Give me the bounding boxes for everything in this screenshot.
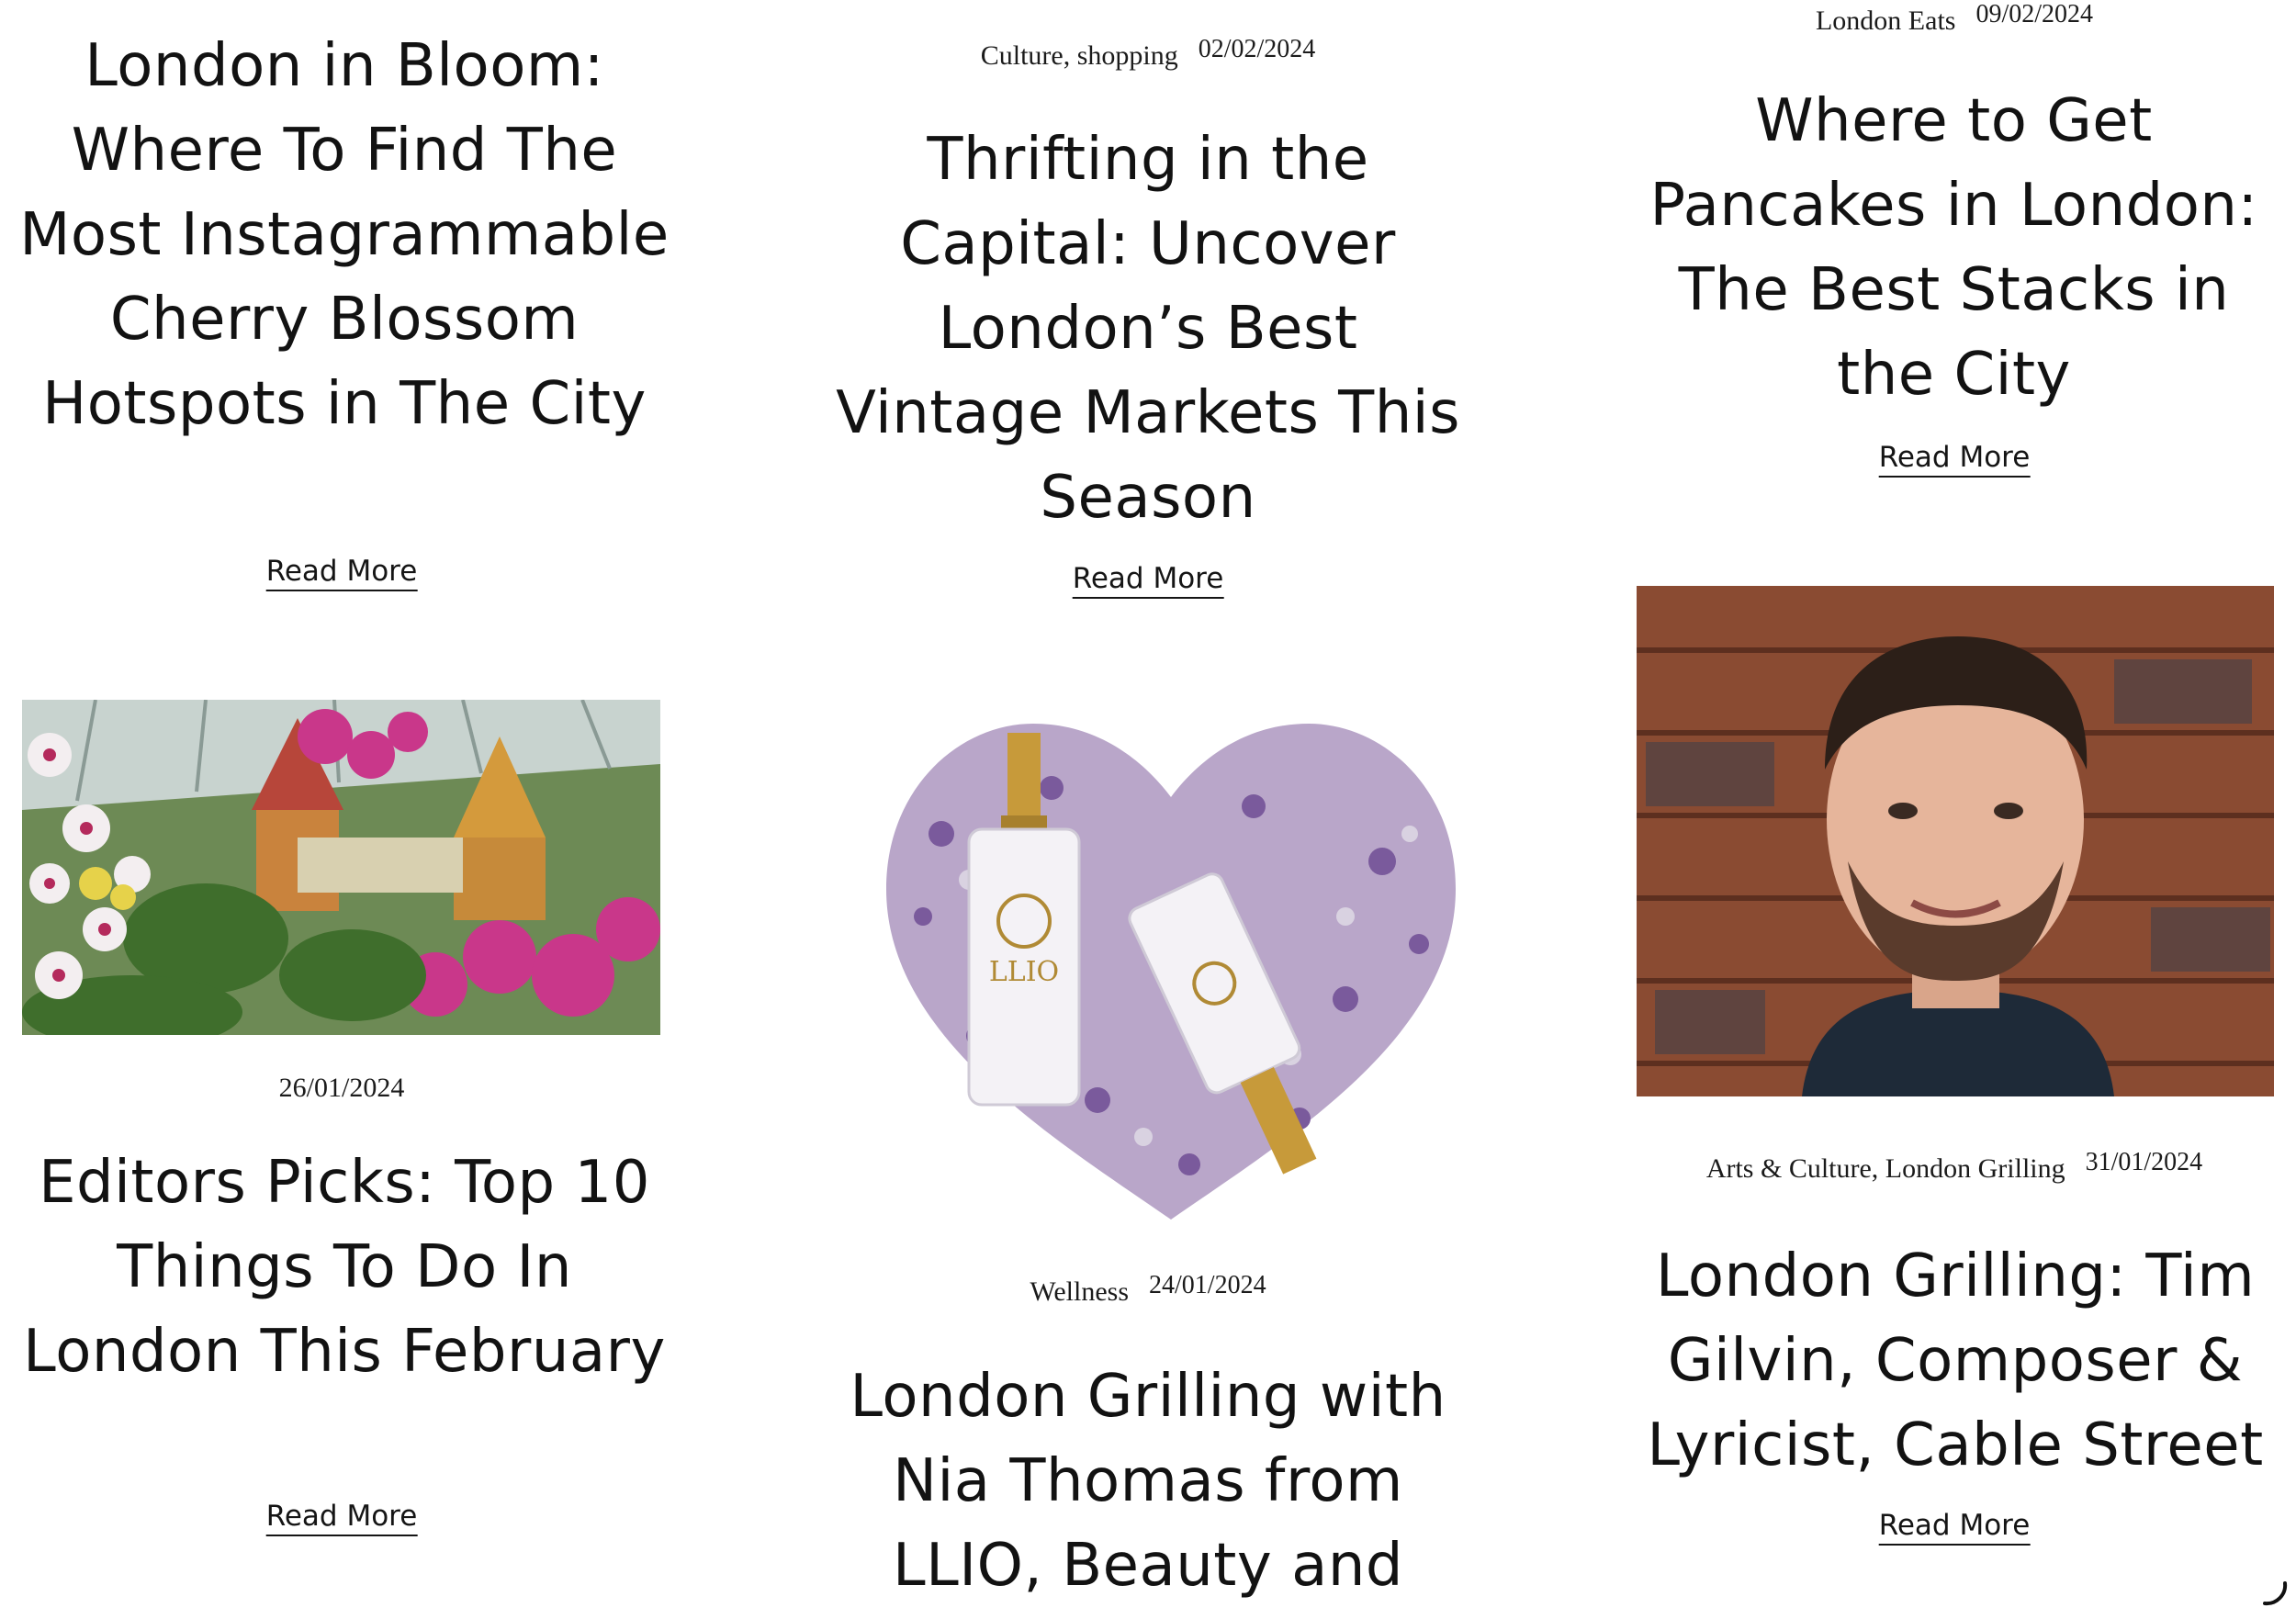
post-title[interactable]: Where to Get Pancakes in London: The Bes… [1644, 79, 2264, 417]
post-title[interactable]: London in Bloom: Where To Find The Most … [9, 24, 680, 446]
post-image-orchid-festival[interactable] [22, 700, 660, 1035]
post-title[interactable]: Editors Picks: Top 10 Things To Do In Lo… [9, 1141, 680, 1394]
post-title[interactable]: London Grilling with Nia Thomas from LLI… [822, 1355, 1474, 1608]
read-more-link[interactable]: Read More [265, 555, 418, 591]
post-date: 09/02/2024 [1975, 0, 2094, 28]
post-date: 02/02/2024 [1198, 35, 1316, 63]
post-category[interactable]: Arts & Culture, London Grilling [1706, 1153, 2065, 1184]
post-title[interactable]: London Grilling: Tim Gilvin, Composer & … [1637, 1234, 2274, 1488]
read-more-link[interactable]: Read More [1878, 1509, 2031, 1546]
post-meta: London Eats 09/02/2024 [1816, 0, 2093, 37]
post-category[interactable]: Culture, shopping [981, 40, 1178, 71]
portrait-brick-wall-photo [1637, 586, 2274, 1096]
loading-spinner-icon [2259, 1578, 2290, 1609]
post-date: 24/01/2024 [1149, 1271, 1266, 1299]
post-image-llio-perfume[interactable]: LLIO [868, 705, 1474, 1229]
orchid-greenhouse-photo [22, 700, 660, 1035]
post-meta: Wellness 24/01/2024 [1030, 1271, 1266, 1308]
read-more-link[interactable]: Read More [1072, 562, 1224, 599]
post-image-tim-gilvin[interactable] [1637, 586, 2274, 1096]
post-date: 26/01/2024 [278, 1073, 405, 1103]
post-meta: Culture, shopping 02/02/2024 [981, 35, 1316, 72]
llio-brand-text: LLIO [989, 956, 1059, 988]
post-category[interactable]: London Eats [1816, 6, 1955, 36]
read-more-link[interactable]: Read More [1878, 441, 2031, 478]
post-title[interactable]: Thrifting in the Capital: Uncover London… [831, 118, 1465, 540]
read-more-link[interactable]: Read More [265, 1500, 418, 1536]
post-meta: Arts & Culture, London Grilling 31/01/202… [1706, 1148, 2202, 1185]
post-category[interactable]: Wellness [1030, 1276, 1129, 1307]
amethyst-heart-perfume-photo: LLIO [868, 705, 1474, 1229]
post-date: 31/01/2024 [2085, 1148, 2203, 1176]
